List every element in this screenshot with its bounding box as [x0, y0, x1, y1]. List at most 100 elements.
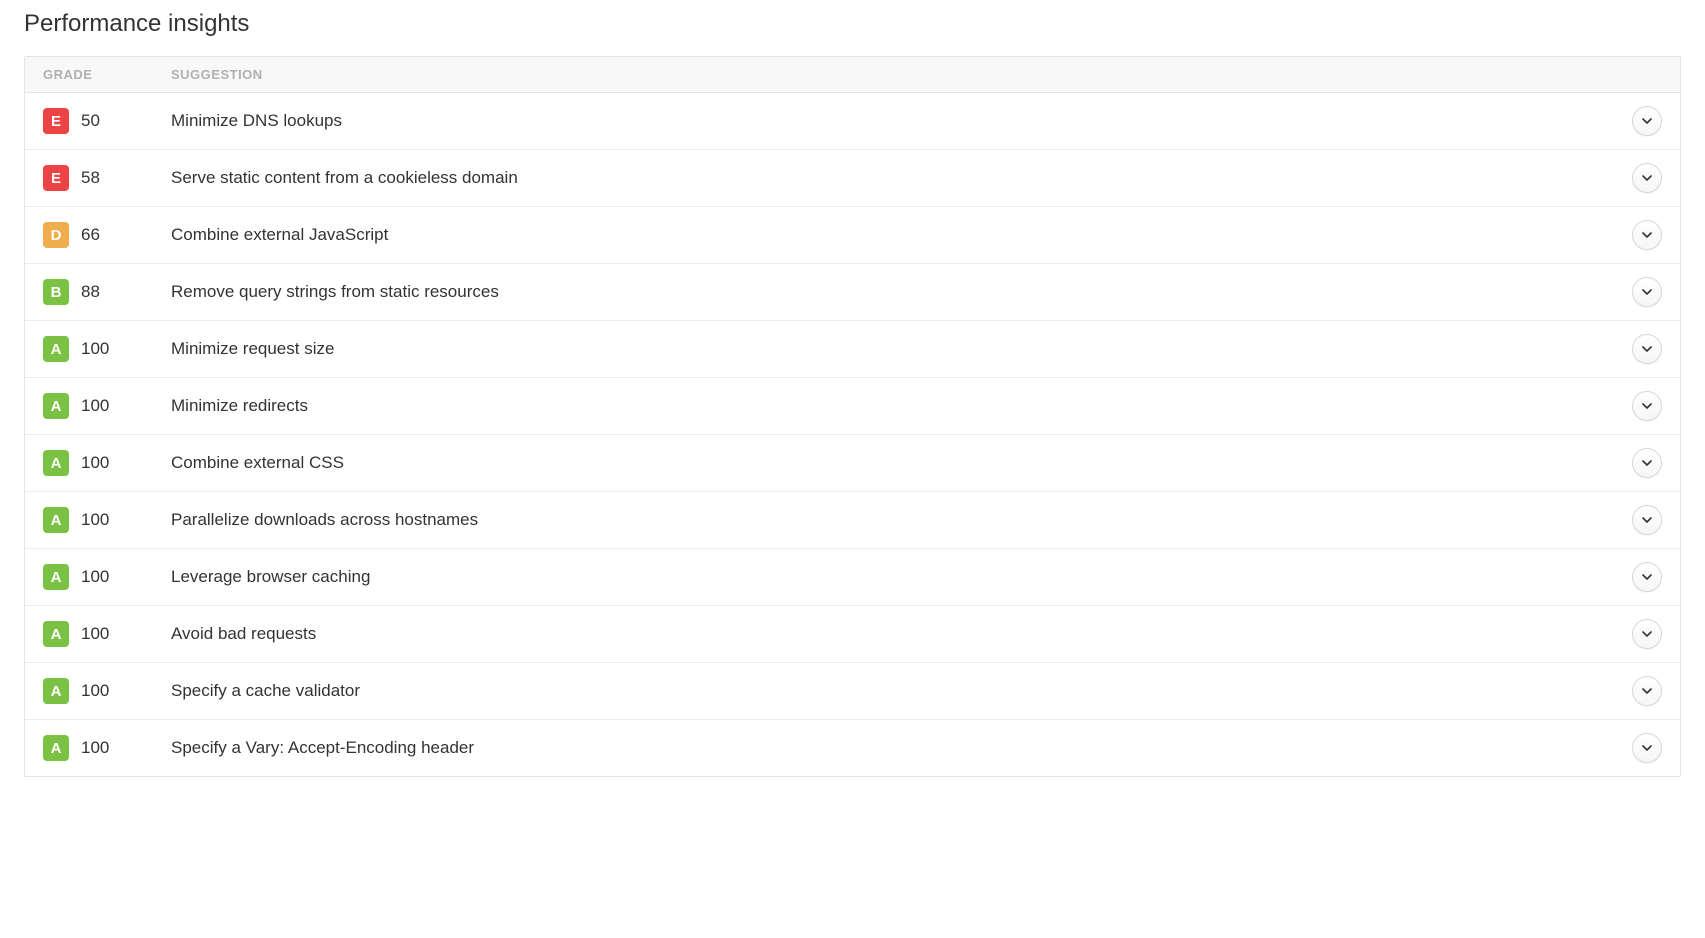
grade-score: 100: [81, 681, 109, 701]
grade-cell: A 100: [43, 621, 171, 647]
expand-button[interactable]: [1632, 163, 1662, 193]
expand-cell: [1622, 277, 1662, 307]
grade-cell: B 88: [43, 279, 171, 305]
insight-row[interactable]: A 100 Specify a cache validator: [25, 663, 1680, 720]
chevron-down-icon: [1642, 287, 1652, 297]
grade-cell: A 100: [43, 450, 171, 476]
grade-badge: A: [43, 507, 69, 533]
suggestion-text: Combine external JavaScript: [171, 225, 1622, 245]
column-header-grade: GRADE: [43, 67, 171, 82]
insight-row[interactable]: E 58 Serve static content from a cookieles…: [25, 150, 1680, 207]
chevron-down-icon: [1642, 629, 1652, 639]
insight-row[interactable]: A 100 Minimize request size: [25, 321, 1680, 378]
grade-badge: A: [43, 678, 69, 704]
chevron-down-icon: [1642, 743, 1652, 753]
expand-button[interactable]: [1632, 106, 1662, 136]
expand-button[interactable]: [1632, 619, 1662, 649]
grade-score: 100: [81, 510, 109, 530]
expand-cell: [1622, 505, 1662, 535]
insight-row[interactable]: A 100 Minimize redirects: [25, 378, 1680, 435]
chevron-down-icon: [1642, 458, 1652, 468]
expand-cell: [1622, 733, 1662, 763]
chevron-down-icon: [1642, 515, 1652, 525]
suggestion-text: Parallelize downloads across hostnames: [171, 510, 1622, 530]
grade-badge: A: [43, 336, 69, 362]
expand-button[interactable]: [1632, 391, 1662, 421]
insights-table: GRADE SUGGESTION E 50 Minimize DNS lookups…: [24, 56, 1681, 777]
chevron-down-icon: [1642, 401, 1652, 411]
suggestion-text: Serve static content from a cookieless d…: [171, 168, 1622, 188]
column-header-suggestion: SUGGESTION: [171, 67, 1662, 82]
suggestion-text: Minimize request size: [171, 339, 1622, 359]
suggestion-text: Combine external CSS: [171, 453, 1622, 473]
expand-cell: [1622, 448, 1662, 478]
grade-score: 100: [81, 738, 109, 758]
grade-score: 88: [81, 282, 100, 302]
expand-button[interactable]: [1632, 334, 1662, 364]
grade-cell: E 58: [43, 165, 171, 191]
expand-cell: [1622, 220, 1662, 250]
expand-button[interactable]: [1632, 505, 1662, 535]
grade-score: 100: [81, 624, 109, 644]
grade-badge: A: [43, 393, 69, 419]
grade-score: 50: [81, 111, 100, 131]
grade-score: 100: [81, 567, 109, 587]
grade-cell: E 50: [43, 108, 171, 134]
suggestion-text: Avoid bad requests: [171, 624, 1622, 644]
grade-cell: A 100: [43, 678, 171, 704]
grade-cell: A 100: [43, 507, 171, 533]
chevron-down-icon: [1642, 572, 1652, 582]
grade-score: 100: [81, 339, 109, 359]
grade-cell: D 66: [43, 222, 171, 248]
expand-cell: [1622, 391, 1662, 421]
expand-button[interactable]: [1632, 220, 1662, 250]
chevron-down-icon: [1642, 116, 1652, 126]
grade-score: 58: [81, 168, 100, 188]
grade-score: 100: [81, 396, 109, 416]
suggestion-text: Minimize redirects: [171, 396, 1622, 416]
grade-badge: E: [43, 165, 69, 191]
chevron-down-icon: [1642, 686, 1652, 696]
expand-button[interactable]: [1632, 733, 1662, 763]
insight-row[interactable]: A 100 Specify a Vary: Accept-Encoding head…: [25, 720, 1680, 776]
grade-score: 66: [81, 225, 100, 245]
grade-badge: A: [43, 450, 69, 476]
grade-badge: D: [43, 222, 69, 248]
grade-cell: A 100: [43, 735, 171, 761]
table-header: GRADE SUGGESTION: [25, 57, 1680, 93]
expand-cell: [1622, 676, 1662, 706]
grade-cell: A 100: [43, 564, 171, 590]
suggestion-text: Remove query strings from static resourc…: [171, 282, 1622, 302]
insight-row[interactable]: D 66 Combine external JavaScript: [25, 207, 1680, 264]
grade-badge: A: [43, 564, 69, 590]
expand-button[interactable]: [1632, 676, 1662, 706]
grade-badge: E: [43, 108, 69, 134]
expand-button[interactable]: [1632, 562, 1662, 592]
insight-row[interactable]: A 100 Leverage browser caching: [25, 549, 1680, 606]
suggestion-text: Specify a Vary: Accept-Encoding header: [171, 738, 1622, 758]
suggestion-text: Minimize DNS lookups: [171, 111, 1622, 131]
grade-score: 100: [81, 453, 109, 473]
insight-row[interactable]: A 100 Combine external CSS: [25, 435, 1680, 492]
insight-row[interactable]: A 100 Parallelize downloads across hostnam…: [25, 492, 1680, 549]
suggestion-text: Leverage browser caching: [171, 567, 1622, 587]
expand-cell: [1622, 562, 1662, 592]
expand-button[interactable]: [1632, 448, 1662, 478]
insight-row[interactable]: A 100 Avoid bad requests: [25, 606, 1680, 663]
expand-cell: [1622, 106, 1662, 136]
suggestion-text: Specify a cache validator: [171, 681, 1622, 701]
expand-button[interactable]: [1632, 277, 1662, 307]
grade-badge: B: [43, 279, 69, 305]
insight-row[interactable]: E 50 Minimize DNS lookups: [25, 93, 1680, 150]
expand-cell: [1622, 334, 1662, 364]
grade-badge: A: [43, 621, 69, 647]
grade-cell: A 100: [43, 393, 171, 419]
insight-row[interactable]: B 88 Remove query strings from static reso…: [25, 264, 1680, 321]
chevron-down-icon: [1642, 230, 1652, 240]
chevron-down-icon: [1642, 173, 1652, 183]
grade-badge: A: [43, 735, 69, 761]
page-title: Performance insights: [24, 10, 1681, 38]
grade-cell: A 100: [43, 336, 171, 362]
expand-cell: [1622, 619, 1662, 649]
expand-cell: [1622, 163, 1662, 193]
